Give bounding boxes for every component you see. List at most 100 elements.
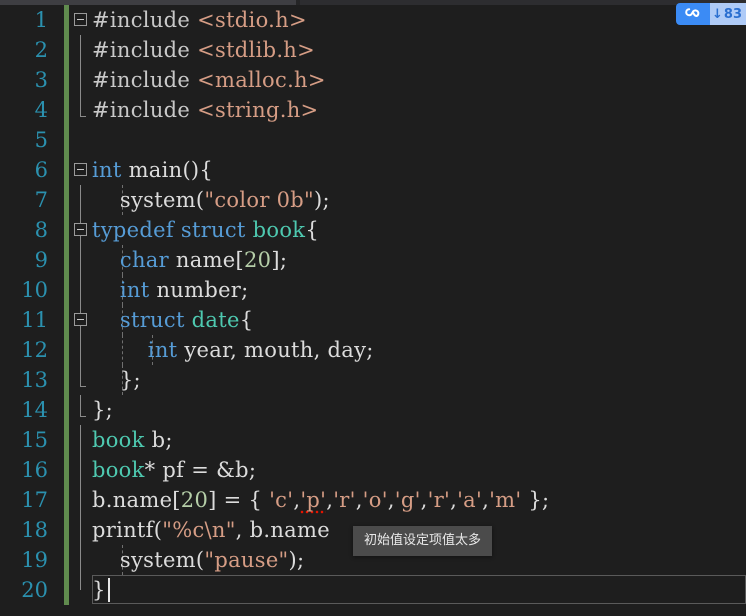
code-row[interactable]: 5 [0, 125, 746, 155]
change-bar [64, 95, 69, 125]
fold-column[interactable] [73, 425, 91, 455]
change-bar [64, 125, 69, 155]
fold-column[interactable] [73, 5, 91, 35]
fold-column[interactable] [73, 125, 91, 155]
code-text: struct date{ [92, 305, 253, 335]
code-row[interactable]: 2 #include <stdlib.h> [0, 35, 746, 65]
fold-line [80, 515, 81, 545]
line-number: 19 [21, 548, 48, 572]
line-number: 10 [21, 278, 48, 302]
code-row[interactable]: 8 typedef struct book{ [0, 215, 746, 245]
code-row[interactable]: 1 #include <stdio.h> [0, 5, 746, 35]
fold-column[interactable] [73, 245, 91, 275]
fold-column[interactable] [73, 305, 91, 335]
keyword-token: int [92, 158, 122, 182]
fold-column[interactable] [73, 395, 91, 425]
change-bar [64, 425, 69, 455]
code-token: year, mouth, day; [177, 338, 374, 362]
fold-column[interactable] [73, 185, 91, 215]
code-row[interactable]: 14 }; [0, 395, 746, 425]
char-literal-token: 'o' [362, 488, 388, 512]
code-token: printf( [92, 518, 163, 542]
code-row[interactable]: 3 #include <malloc.h> [0, 65, 746, 95]
string-token: "color 0b" [204, 188, 315, 212]
keyword-token: char [92, 248, 169, 272]
line-number: 2 [34, 38, 48, 62]
fold-column[interactable] [73, 515, 91, 545]
sync-badge[interactable]: ↓ 83 [676, 3, 746, 25]
change-bar [64, 545, 69, 575]
cloud-sync-icon[interactable] [676, 3, 710, 25]
code-row[interactable]: 9 char name[20]; [0, 245, 746, 275]
fold-line [80, 275, 81, 305]
change-bar [64, 275, 69, 305]
code-editor[interactable]: 1 #include <stdio.h> 2 #include <stdlib.… [0, 0, 746, 616]
fold-line [80, 545, 81, 575]
error-tooltip: 初始值设定项值太多 [353, 526, 493, 556]
code-row[interactable]: 6 int main(){ [0, 155, 746, 185]
fold-minus-icon[interactable] [74, 223, 87, 236]
fold-column[interactable] [73, 95, 91, 125]
line-number: 5 [34, 128, 48, 152]
include-token: <stdio.h> [190, 8, 307, 32]
fold-column[interactable] [73, 275, 91, 305]
code-row[interactable]: 7 system("color 0b"); [0, 185, 746, 215]
code-row[interactable]: 13 }; [0, 365, 746, 395]
fold-line-end [80, 95, 86, 117]
fold-line [80, 485, 81, 515]
fold-minus-icon[interactable] [74, 13, 87, 26]
code-token: { [239, 308, 254, 332]
code-row[interactable]: 4 #include <string.h> [0, 95, 746, 125]
change-bar [64, 185, 69, 215]
code-token: b; [144, 428, 173, 452]
code-text: int year, mouth, day; [92, 335, 374, 365]
code-row[interactable]: 10 int number; [0, 275, 746, 305]
keyword-token: int [92, 278, 150, 302]
change-bar [64, 215, 69, 245]
fold-column[interactable] [73, 335, 91, 365]
fold-column[interactable] [73, 575, 91, 605]
change-bar [64, 155, 69, 185]
code-text: int number; [92, 275, 249, 305]
fold-column[interactable] [73, 545, 91, 575]
line-number: 4 [34, 98, 48, 122]
fold-minus-icon[interactable] [74, 313, 87, 326]
code-text: b.name[20] = { 'c','p','r','o','g','r','… [92, 485, 549, 516]
code-text: #include <malloc.h> [92, 65, 326, 95]
change-bar [64, 455, 69, 485]
code-row[interactable]: 17 b.name[20] = { 'c','p','r','o','g','r… [0, 485, 746, 516]
preprocessor-token: #include [92, 38, 191, 62]
line-number: 8 [34, 218, 48, 242]
fold-column[interactable] [73, 455, 91, 485]
code-token: main(){ [121, 158, 214, 182]
line-number: 14 [21, 398, 48, 422]
fold-minus-icon[interactable] [74, 163, 87, 176]
fold-column[interactable] [73, 215, 91, 245]
line-number: 15 [21, 428, 48, 452]
download-count-value: 83 [723, 6, 742, 22]
download-count[interactable]: ↓ 83 [710, 3, 746, 25]
char-literal-error-token: 'p' [300, 488, 327, 516]
fold-column[interactable] [73, 35, 91, 65]
code-row[interactable]: 11 struct date{ [0, 305, 746, 335]
line-number: 11 [21, 308, 48, 332]
string-token: "pause" [204, 548, 289, 572]
string-token: "%c\n" [162, 518, 236, 542]
code-row-current[interactable]: 20 } [0, 575, 746, 605]
code-row[interactable]: 12 int year, mouth, day; [0, 335, 746, 365]
fold-line [80, 425, 81, 455]
keyword-token: typedef struct [92, 218, 246, 242]
line-number: 12 [21, 338, 48, 362]
code-text: #include <stdlib.h> [92, 35, 315, 65]
fold-column[interactable] [73, 155, 91, 185]
include-token: <stdlib.h> [190, 38, 316, 62]
fold-column[interactable] [73, 485, 91, 515]
fold-column[interactable] [73, 65, 91, 95]
comma-token: , [482, 488, 490, 512]
fold-line [80, 335, 81, 365]
char-literal-token: 'r' [427, 488, 451, 512]
fold-column[interactable] [73, 365, 91, 395]
code-row[interactable]: 16 book* pf = &b; [0, 455, 746, 485]
code-row[interactable]: 15 book b; [0, 425, 746, 455]
preprocessor-token: #include [92, 68, 191, 92]
